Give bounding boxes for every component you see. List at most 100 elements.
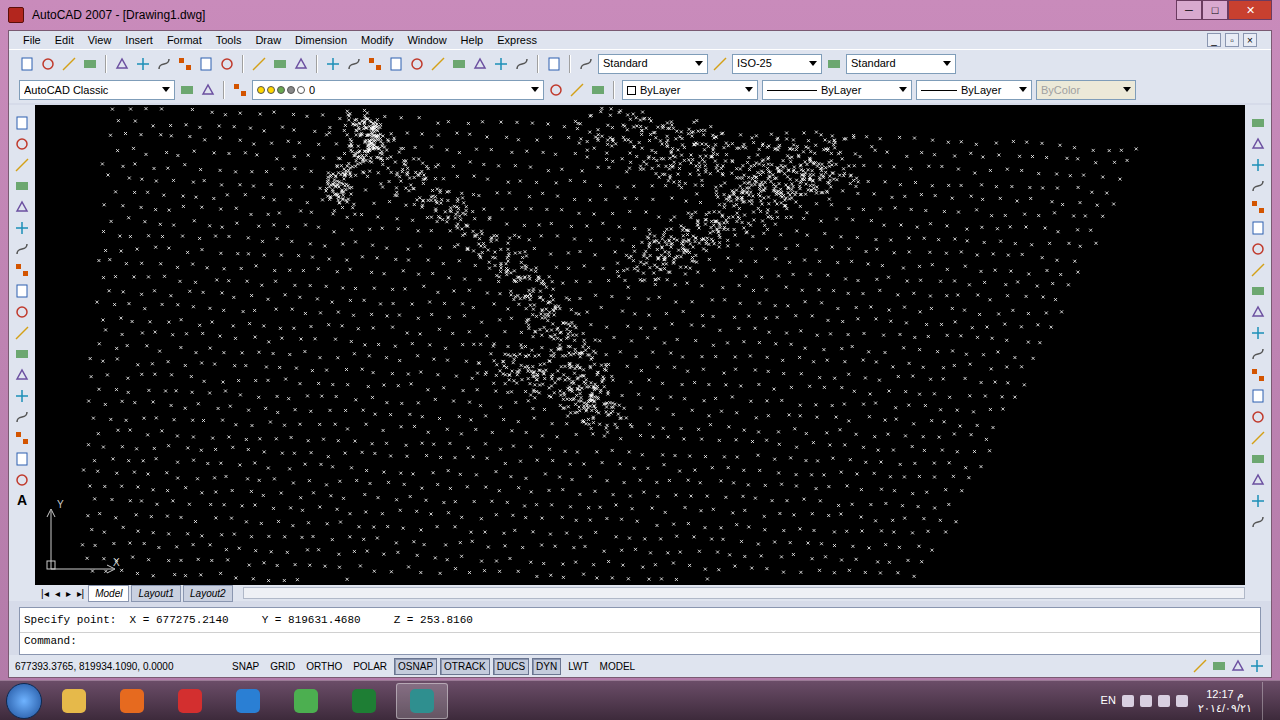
taskbar-app-button[interactable] [338,683,390,719]
draw-tool-icon[interactable] [14,451,30,467]
tab-nav-button[interactable]: ▸ [64,586,73,601]
modify-tool-icon[interactable] [1250,199,1266,215]
menu-item[interactable]: Dimension [295,32,347,49]
modify-tool-icon[interactable] [1250,304,1266,320]
view-tool-icon[interactable] [367,56,383,72]
file-tool-icon[interactable] [82,56,98,72]
menu-item[interactable]: Modify [361,32,393,49]
draw-tool-icon[interactable] [14,304,30,320]
menu-item[interactable]: Express [497,32,537,49]
clock[interactable]: 12:17 م٢٠١٤/٠٩/٢١ [1194,687,1256,715]
draw-tool-icon[interactable] [14,283,30,299]
text-style-dropdown[interactable]: Standard [598,54,708,74]
modify-tool-icon[interactable] [1250,430,1266,446]
modify-tool-icon[interactable] [1250,514,1266,530]
layout-tab[interactable]: Layout1 [131,585,181,602]
lineweight-dropdown[interactable]: ByLayer [916,80,1032,100]
table-style-icon[interactable] [826,56,842,72]
status-toggle[interactable]: LWT [564,658,592,675]
tab-nav-button[interactable]: |◂ [39,586,51,601]
layout-tab[interactable]: Model [88,585,129,602]
undo-tool-icon[interactable] [272,56,288,72]
modify-tool-icon[interactable] [1250,493,1266,509]
modify-tool-icon[interactable] [1250,409,1266,425]
modify-tool-icon[interactable] [1250,241,1266,257]
view-tool-icon[interactable] [388,56,404,72]
draw-tool-icon[interactable] [14,430,30,446]
modify-tool-icon[interactable] [1250,325,1266,341]
draw-tool-icon[interactable] [14,157,30,173]
taskbar-app-button[interactable] [106,683,158,719]
modify-tool-icon[interactable] [1250,262,1266,278]
layer-tool-icon[interactable] [548,82,564,98]
undo-tool-icon[interactable] [293,56,309,72]
edit-tool-icon[interactable] [198,56,214,72]
close-button[interactable]: ✕ [1228,0,1272,20]
draw-tool-icon[interactable] [14,199,30,215]
draw-tool-icon[interactable] [14,409,30,425]
layer-tool-icon[interactable] [569,82,585,98]
menu-item[interactable]: Help [461,32,484,49]
view-tool-icon[interactable] [451,56,467,72]
document-window-button[interactable]: ▫ [1225,33,1239,47]
menu-item[interactable]: Tools [216,32,242,49]
workspace-tool-icon[interactable] [179,82,195,98]
command-window[interactable]: Specify point: X = 677275.2140 Y = 81963… [19,607,1261,655]
text-style-icon[interactable] [578,56,594,72]
draw-tool-icon[interactable] [14,115,30,131]
tray-icon[interactable] [1140,695,1152,707]
modify-tool-icon[interactable] [1250,472,1266,488]
edit-tool-icon[interactable] [114,56,130,72]
draw-tool-icon[interactable] [14,367,30,383]
layer-dropdown[interactable]: 0 [252,80,544,100]
status-tray-icon[interactable] [1192,658,1208,674]
draw-tool-icon[interactable] [14,241,30,257]
tab-nav-button[interactable]: ▸| [75,586,87,601]
tray-icon[interactable] [1158,695,1170,707]
modify-tool-icon[interactable] [1250,367,1266,383]
edit-tool-icon[interactable] [219,56,235,72]
layer-manager-icon[interactable] [232,82,248,98]
modify-tool-icon[interactable] [1250,283,1266,299]
modify-tool-icon[interactable] [1250,220,1266,236]
modify-tool-icon[interactable] [1250,115,1266,131]
multiline-text-tool[interactable]: A [17,493,27,507]
modify-tool-icon[interactable] [1250,178,1266,194]
modify-tool-icon[interactable] [1250,157,1266,173]
undo-tool-icon[interactable] [251,56,267,72]
status-toggle[interactable]: ORTHO [302,658,346,675]
status-tray-icon[interactable] [1249,658,1265,674]
edit-tool-icon[interactable] [177,56,193,72]
workspace-dropdown[interactable]: AutoCAD Classic [19,80,175,100]
draw-tool-icon[interactable] [14,472,30,488]
dim-style-dropdown[interactable]: ISO-25 [732,54,822,74]
status-toggle[interactable]: MODEL [596,658,640,675]
modify-tool-icon[interactable] [1250,388,1266,404]
table-style-dropdown[interactable]: Standard [846,54,956,74]
menu-item[interactable]: Insert [125,32,153,49]
status-tray-icon[interactable] [1230,658,1246,674]
color-dropdown[interactable]: ByLayer [622,80,758,100]
view-tool-icon[interactable] [493,56,509,72]
draw-tool-icon[interactable] [14,220,30,236]
status-toggle[interactable]: DUCS [493,658,529,675]
edit-tool-icon[interactable] [156,56,172,72]
tray-icon[interactable] [1176,695,1188,707]
view-tool-icon[interactable] [346,56,362,72]
draw-tool-icon[interactable] [14,136,30,152]
status-toggle[interactable]: GRID [266,658,299,675]
edit-tool-icon[interactable] [135,56,151,72]
plot-style-dropdown[interactable]: ByColor [1036,80,1136,100]
status-toggle[interactable]: SNAP [228,658,263,675]
minimize-button[interactable]: ─ [1176,0,1202,20]
file-tool-icon[interactable] [40,56,56,72]
status-toggle[interactable]: OTRACK [440,658,490,675]
draw-tool-icon[interactable] [14,388,30,404]
tray-icon[interactable] [1122,695,1134,707]
draw-tool-icon[interactable] [14,346,30,362]
horizontal-scrollbar[interactable] [243,587,1245,599]
modify-tool-icon[interactable] [1250,136,1266,152]
tab-nav-button[interactable]: ◂ [53,586,62,601]
help-icon[interactable] [546,56,562,72]
status-toggle[interactable]: OSNAP [394,658,437,675]
